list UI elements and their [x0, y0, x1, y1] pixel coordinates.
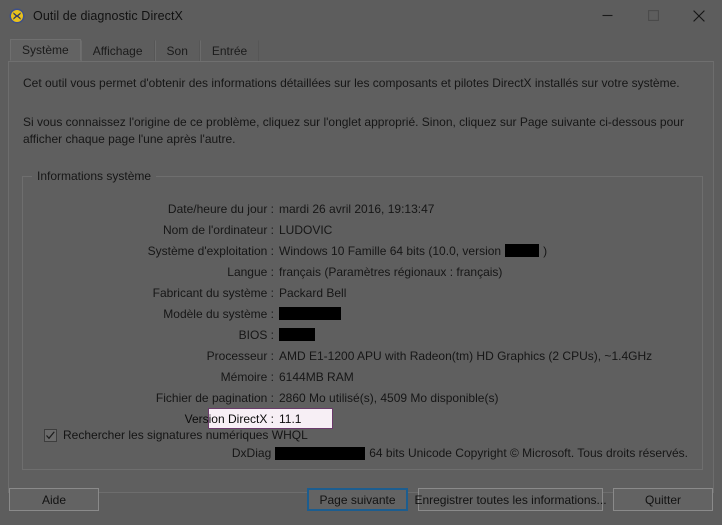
quit-button[interactable]: Quitter: [613, 488, 713, 511]
info-value: français (Paramètres régionaux : françai…: [279, 264, 503, 279]
info-label: Fichier de pagination :: [155, 390, 274, 405]
groupbox-legend: Informations système: [32, 169, 157, 183]
button-bar: Aide Page suivante Enregistrer toutes le…: [0, 475, 722, 525]
intro-paragraph-2: Si vous connaissez l'origine de ce probl…: [23, 115, 684, 146]
dxdiag-copyright-line: DxDiag 64 bits Unicode Copyright © Micro…: [232, 446, 688, 460]
tab-page-systeme: Cet outil vous permet d'obtenir des info…: [8, 61, 714, 493]
tab-label: Affichage: [92, 44, 143, 58]
info-row-directx-version: Version DirectX : 11.1: [23, 408, 702, 429]
info-value: [279, 328, 315, 341]
close-button[interactable]: [676, 0, 722, 31]
tab-entree[interactable]: Entrée: [199, 40, 260, 61]
save-all-information-button[interactable]: Enregistrer toutes les informations...: [414, 488, 607, 511]
next-page-button[interactable]: Page suivante: [307, 488, 408, 511]
info-row-operating-system: Système d'exploitation : Windows 10 Fami…: [23, 240, 702, 261]
minimize-button[interactable]: [584, 0, 630, 31]
info-row-datetime: Date/heure du jour : mardi 26 avril 2016…: [23, 198, 702, 219]
info-row-language: Langue : français (Paramètres régionaux …: [23, 261, 702, 282]
title-bar: Outil de diagnostic DirectX: [0, 0, 722, 31]
maximize-button[interactable]: [630, 0, 676, 31]
info-label: Version DirectX :: [184, 411, 274, 426]
info-value: 2860 Mo utilisé(s), 4509 Mo disponible(s…: [279, 390, 499, 405]
whql-checkbox[interactable]: [44, 428, 57, 442]
redaction-dxdiag-version: [275, 446, 366, 460]
whql-checkbox-label: Rechercher les signatures numériques WHQ…: [63, 428, 308, 442]
dxdiag-suffix: 64 bits Unicode Copyright © Microsoft. T…: [369, 446, 688, 460]
info-label: Date/heure du jour :: [167, 201, 274, 216]
info-value: 11.1: [279, 411, 302, 426]
info-row-bios: BIOS :: [23, 324, 702, 345]
info-label: Modèle du système :: [163, 306, 274, 321]
info-label: Processeur :: [206, 348, 274, 363]
system-information-groupbox: Informations système Date/heure du jour …: [22, 169, 703, 470]
window-controls: [584, 0, 722, 31]
info-row-system-model: Modèle du système :: [23, 303, 702, 324]
redaction-os-version: [505, 244, 540, 257]
info-label: Mémoire :: [220, 369, 274, 384]
directx-diagnostic-window: Outil de diagnostic DirectX Système Affi…: [0, 0, 722, 525]
help-button[interactable]: Aide: [9, 488, 99, 511]
whql-check-row[interactable]: Rechercher les signatures numériques WHQ…: [44, 428, 308, 442]
info-label: Fabricant du système :: [152, 285, 274, 300]
info-row-computer-name: Nom de l'ordinateur : LUDOVIC: [23, 219, 702, 240]
directx-diagnostic-icon: [9, 8, 25, 24]
tab-strip: Système Affichage Son Entrée: [10, 39, 722, 61]
system-information-list: Date/heure du jour : mardi 26 avril 2016…: [23, 198, 702, 429]
tab-label: Système: [22, 43, 69, 57]
intro-paragraph-1: Cet outil vous permet d'obtenir des info…: [23, 76, 680, 90]
window-title: Outil de diagnostic DirectX: [33, 8, 183, 23]
redaction-bios: [279, 328, 315, 341]
info-label: Langue :: [227, 264, 274, 279]
info-value: LUDOVIC: [279, 222, 333, 237]
info-row-memory: Mémoire : 6144MB RAM: [23, 366, 702, 387]
info-label: Système d'exploitation :: [147, 243, 274, 258]
info-value: [279, 307, 341, 320]
info-label: Nom de l'ordinateur :: [162, 222, 274, 237]
info-label: BIOS :: [238, 327, 274, 342]
info-value: AMD E1-1200 APU with Radeon(tm) HD Graph…: [279, 348, 653, 363]
dxdiag-prefix: DxDiag: [231, 446, 272, 460]
tab-label: Entrée: [211, 44, 248, 58]
info-row-system-manufacturer: Fabricant du système : Packard Bell: [23, 282, 702, 303]
info-row-processor: Processeur : AMD E1-1200 APU with Radeon…: [23, 345, 702, 366]
os-value-prefix: Windows 10 Famille 64 bits (10.0, versio…: [279, 243, 502, 258]
info-value: Packard Bell: [279, 285, 347, 300]
info-value: mardi 26 avril 2016, 19:13:47: [279, 201, 435, 216]
redaction-system-model: [279, 307, 341, 320]
tab-systeme[interactable]: Système: [10, 39, 81, 61]
tab-affichage[interactable]: Affichage: [80, 40, 155, 61]
info-value: 6144MB RAM: [279, 369, 354, 384]
info-value: Windows 10 Famille 64 bits (10.0, versio…: [279, 244, 547, 258]
os-value-suffix: ): [543, 243, 548, 258]
tab-son[interactable]: Son: [154, 40, 200, 61]
tab-label: Son: [166, 44, 188, 58]
info-row-page-file: Fichier de pagination : 2860 Mo utilisé(…: [23, 387, 702, 408]
